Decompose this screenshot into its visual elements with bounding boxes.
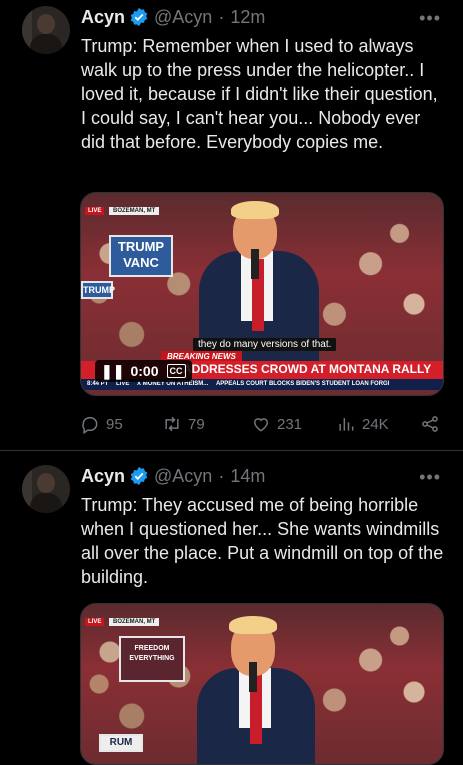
- headline-text: ADDRESSES CROWD AT MONTANA RALLY: [183, 362, 432, 376]
- reply-button[interactable]: 95: [80, 414, 123, 434]
- author-handle[interactable]: @Acyn: [154, 466, 212, 487]
- heart-icon: [253, 418, 269, 432]
- repost-count: 79: [188, 415, 205, 433]
- location-label: BOZEMAN, MT: [109, 618, 160, 626]
- rally-sign-left-text: TRUMP: [83, 285, 115, 295]
- verified-badge-icon: [130, 466, 148, 486]
- reply-icon: [82, 417, 98, 434]
- share-icon: [422, 416, 438, 432]
- tweet-text: Trump: Remember when I used to always wa…: [81, 36, 438, 152]
- tweet-1[interactable]: Acyn @Acyn · 12m ••• Trump: Remember whe…: [0, 0, 463, 450]
- subtitle-caption: they do many versions of that.: [193, 338, 337, 351]
- video-time: 0:00: [130, 363, 159, 379]
- tweet-header: Acyn @Acyn · 12m: [81, 4, 265, 30]
- reply-count: 95: [106, 415, 123, 433]
- rally-sign: TRUMP VANC: [109, 235, 173, 277]
- separator: ·: [218, 6, 225, 27]
- more-options-icon[interactable]: •••: [419, 8, 441, 29]
- timestamp[interactable]: 14m: [230, 466, 265, 487]
- share-button[interactable]: [420, 414, 440, 434]
- avatar[interactable]: [22, 6, 70, 54]
- rally-sign-text: FREEDOM EVERYTHING: [129, 645, 175, 662]
- live-label: LIVE: [85, 207, 105, 215]
- views-button[interactable]: 24K: [336, 414, 389, 434]
- more-options-icon[interactable]: •••: [419, 467, 441, 488]
- location-label: BOZEMAN, MT: [109, 207, 160, 215]
- repost-icon: [165, 416, 179, 432]
- like-button[interactable]: 231: [251, 414, 302, 434]
- tweet-actions: 95 79 231 24K: [80, 412, 446, 436]
- pause-icon[interactable]: ❚❚: [101, 363, 124, 380]
- rally-sign-left: RUM: [99, 734, 143, 752]
- author-name[interactable]: Acyn: [81, 466, 125, 487]
- captions-button[interactable]: CC: [166, 364, 186, 378]
- player-controls[interactable]: ❚❚ 0:00 CC: [95, 360, 192, 382]
- rally-sign-left: TRUMP: [81, 281, 115, 299]
- tweet-text: Trump: They accused me of being horrible…: [81, 495, 444, 587]
- separator: ·: [218, 465, 225, 486]
- rally-sign-left-text: RUM: [109, 737, 133, 748]
- rally-sign: FREEDOM EVERYTHING: [119, 636, 185, 682]
- live-label: LIVE: [85, 618, 105, 626]
- tweet-2[interactable]: Acyn @Acyn · 14m ••• Trump: They accused…: [0, 451, 463, 765]
- author-name[interactable]: Acyn: [81, 7, 125, 28]
- repost-button[interactable]: 79: [162, 414, 205, 434]
- video-player[interactable]: LIVE BOZEMAN, MT TRUMP VANC TRUMP they d…: [80, 192, 444, 396]
- rally-sign-text: TRUMP VANC: [117, 239, 165, 270]
- author-handle[interactable]: @Acyn: [154, 7, 212, 28]
- view-count: 24K: [362, 415, 389, 433]
- timestamp[interactable]: 12m: [230, 7, 265, 28]
- verified-badge-icon: [130, 7, 148, 27]
- ticker-item-2: APPEALS COURT BLOCKS BIDEN'S STUDENT LOA…: [215, 381, 390, 387]
- like-count: 231: [277, 415, 303, 433]
- tweet-header: Acyn @Acyn · 14m: [81, 463, 265, 489]
- views-icon: [339, 418, 354, 431]
- avatar[interactable]: [22, 465, 70, 513]
- video-player[interactable]: LIVE BOZEMAN, MT FREEDOM EVERYTHING RUM: [80, 603, 444, 765]
